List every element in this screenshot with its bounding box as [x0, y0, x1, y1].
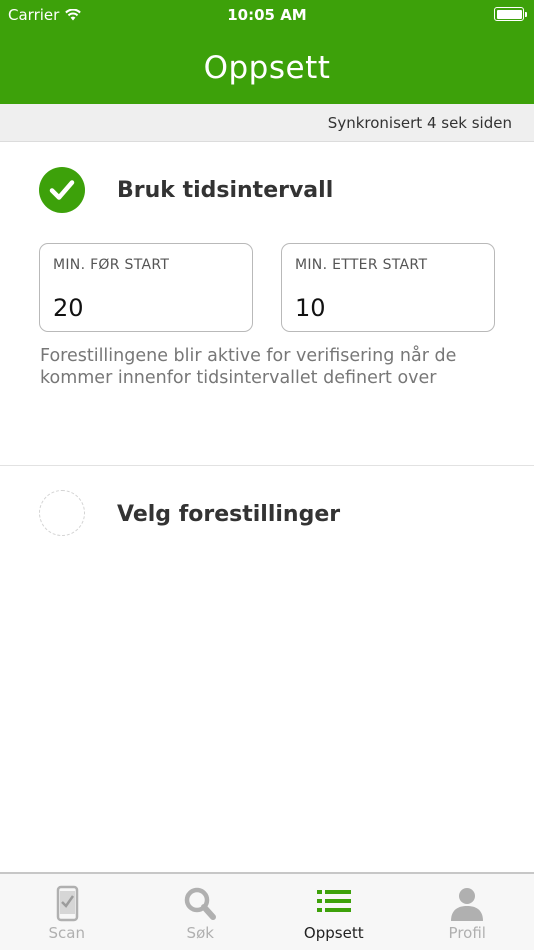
- tab-scan[interactable]: Scan: [0, 874, 134, 950]
- minutes-before-start-label: MIN. FØR START: [53, 257, 170, 273]
- minutes-before-start-value[interactable]: 20: [53, 294, 84, 322]
- tab-bar: Scan Søk Oppsett Profil: [0, 872, 534, 950]
- status-time: 10:05 AM: [227, 6, 307, 24]
- interval-option-label[interactable]: Bruk tidsintervall: [117, 178, 333, 203]
- search-icon: [185, 887, 217, 920]
- section-divider: [0, 465, 534, 466]
- tab-settings-label: Oppsett: [303, 924, 364, 942]
- person-icon: [451, 888, 484, 921]
- sync-status-bar: Synkronisert 4 sek siden: [0, 104, 534, 142]
- select-shows-option-label[interactable]: Velg forestillinger: [117, 502, 340, 527]
- navigation-bar: Carrier 10:05 AM Oppsett: [0, 0, 534, 104]
- minutes-after-start-field[interactable]: MIN. ETTER START 10: [281, 243, 495, 332]
- minutes-after-start-value[interactable]: 10: [295, 294, 326, 322]
- interval-hint-text: Forestillingene blir aktive for verifise…: [40, 346, 457, 388]
- tab-profile-label: Profil: [448, 924, 486, 942]
- tab-profile[interactable]: Profil: [401, 874, 534, 950]
- checkmark-icon: [49, 180, 75, 200]
- list-icon: [316, 890, 351, 912]
- interval-checkbox[interactable]: [39, 167, 85, 213]
- tab-settings[interactable]: Oppsett: [267, 874, 401, 950]
- select-shows-checkbox[interactable]: [39, 490, 85, 536]
- minutes-after-start-label: MIN. ETTER START: [295, 257, 428, 273]
- tab-search-label: Søk: [186, 924, 214, 942]
- phone-check-icon: [56, 885, 78, 922]
- tab-scan-label: Scan: [48, 924, 85, 942]
- minutes-before-start-field[interactable]: MIN. FØR START 20: [39, 243, 253, 332]
- status-bar: Carrier 10:05 AM: [0, 0, 534, 28]
- page-title: Oppsett: [203, 50, 331, 86]
- battery-icon: [494, 7, 527, 21]
- sync-status-text: Synkronisert 4 sek siden: [327, 114, 512, 132]
- tab-search[interactable]: Søk: [134, 874, 268, 950]
